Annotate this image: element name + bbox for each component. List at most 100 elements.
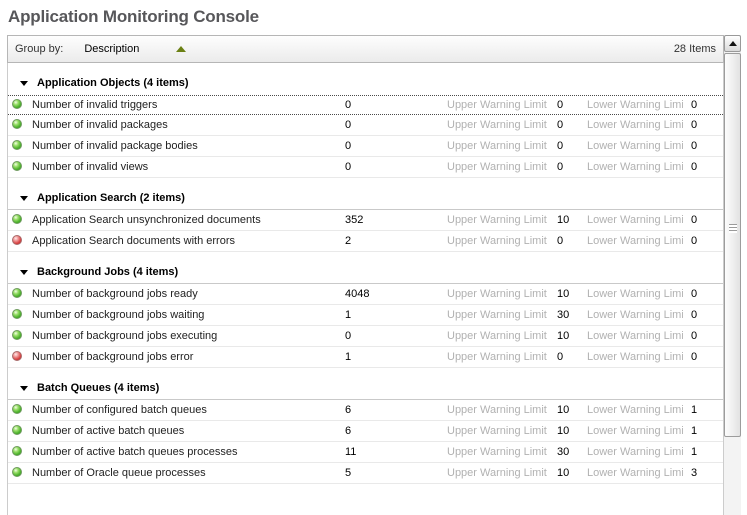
- status-cell: [8, 161, 32, 174]
- upper-warning-limit-value: 10: [547, 330, 581, 342]
- row-current-value: 352: [345, 214, 441, 226]
- upper-warning-limit-value: 30: [547, 309, 581, 321]
- monitor-row[interactable]: Number of invalid triggers 0 Upper Warni…: [8, 95, 723, 115]
- upper-warning-limit-label: Upper Warning Limit: [441, 446, 547, 458]
- lower-warning-limit-value: 0: [683, 119, 723, 131]
- status-green-icon: [12, 161, 22, 171]
- row-description: Number of Oracle queue processes: [32, 467, 345, 479]
- upper-warning-limit-label: Upper Warning Limit: [441, 404, 547, 416]
- lower-warning-limit-label: Lower Warning Limit: [581, 404, 683, 416]
- status-green-icon: [12, 446, 22, 456]
- row-current-value: 0: [345, 330, 441, 342]
- monitor-row[interactable]: Number of background jobs waiting 1 Uppe…: [8, 305, 723, 326]
- status-red-icon: [12, 351, 22, 361]
- status-cell: [8, 214, 32, 227]
- monitor-row[interactable]: Number of background jobs executing 0 Up…: [8, 326, 723, 347]
- monitor-group: Application Objects (4 items) Number of …: [8, 72, 723, 178]
- lower-warning-limit-label: Lower Warning Limit: [581, 330, 683, 342]
- monitor-row[interactable]: Number of invalid packages 0 Upper Warni…: [8, 115, 723, 136]
- monitor-row[interactable]: Number of configured batch queues 6 Uppe…: [8, 400, 723, 421]
- lower-warning-limit-value: 1: [683, 404, 723, 416]
- row-current-value: 0: [345, 99, 441, 111]
- monitor-group: Application Search (2 items) Application…: [8, 187, 723, 252]
- lower-warning-limit-value: 0: [683, 288, 723, 300]
- row-description: Number of background jobs waiting: [32, 309, 345, 321]
- upper-warning-limit-label: Upper Warning Limit: [441, 467, 547, 479]
- upper-warning-limit-value: 0: [547, 161, 581, 173]
- group-header[interactable]: Application Objects (4 items): [8, 72, 723, 95]
- row-current-value: 11: [345, 446, 441, 458]
- lower-warning-limit-label: Lower Warning Limit: [581, 99, 683, 111]
- upper-warning-limit-value: 0: [547, 235, 581, 247]
- group-by-value[interactable]: Description: [84, 43, 139, 55]
- lower-warning-limit-value: 3: [683, 467, 723, 479]
- collapse-triangle-icon[interactable]: [20, 270, 28, 275]
- upper-warning-limit-value: 30: [547, 446, 581, 458]
- monitor-row[interactable]: Number of active batch queues 6 Upper Wa…: [8, 421, 723, 442]
- monitor-row[interactable]: Number of invalid package bodies 0 Upper…: [8, 136, 723, 157]
- upper-warning-limit-label: Upper Warning Limit: [441, 140, 547, 152]
- sort-ascending-icon[interactable]: [176, 46, 186, 52]
- row-description: Number of background jobs executing: [32, 330, 345, 342]
- page-title: Application Monitoring Console: [8, 7, 259, 27]
- upper-warning-limit-value: 10: [547, 425, 581, 437]
- collapse-triangle-icon[interactable]: [20, 196, 28, 201]
- lower-warning-limit-value: 1: [683, 425, 723, 437]
- upper-warning-limit-value: 10: [547, 467, 581, 479]
- upper-warning-limit-label: Upper Warning Limit: [441, 309, 547, 321]
- group-header[interactable]: Background Jobs (4 items): [8, 261, 723, 284]
- group-header[interactable]: Batch Queues (4 items): [8, 377, 723, 400]
- monitor-row[interactable]: Number of background jobs error 1 Upper …: [8, 347, 723, 368]
- monitor-row[interactable]: Number of invalid views 0 Upper Warning …: [8, 157, 723, 178]
- group-label: Application Search (2 items): [37, 192, 185, 204]
- status-cell: [8, 309, 32, 322]
- group-by-toolbar: Group by: Description 28 Items: [7, 35, 724, 63]
- row-description: Number of invalid triggers: [32, 99, 345, 111]
- upper-warning-limit-label: Upper Warning Limit: [441, 425, 547, 437]
- upper-warning-limit-label: Upper Warning Limit: [441, 330, 547, 342]
- monitor-row[interactable]: Application Search unsynchronized docume…: [8, 210, 723, 231]
- collapse-triangle-icon[interactable]: [20, 81, 28, 86]
- row-current-value: 1: [345, 351, 441, 363]
- row-description: Number of configured batch queues: [32, 404, 345, 416]
- monitor-row[interactable]: Application Search documents with errors…: [8, 231, 723, 252]
- upper-warning-limit-value: 0: [547, 99, 581, 111]
- row-current-value: 4048: [345, 288, 441, 300]
- monitor-row[interactable]: Number of active batch queues processes …: [8, 442, 723, 463]
- monitoring-console-panel: Group by: Description 28 Items Applicati…: [7, 35, 724, 515]
- row-description: Application Search documents with errors: [32, 235, 345, 247]
- monitor-row[interactable]: Number of Oracle queue processes 5 Upper…: [8, 463, 723, 484]
- status-green-icon: [12, 140, 22, 150]
- scroll-up-button[interactable]: [724, 35, 741, 52]
- row-description: Number of invalid views: [32, 161, 345, 173]
- scrollbar-thumb[interactable]: [724, 53, 741, 437]
- group-label: Batch Queues (4 items): [37, 382, 159, 394]
- row-current-value: 6: [345, 425, 441, 437]
- lower-warning-limit-label: Lower Warning Limit: [581, 309, 683, 321]
- row-current-value: 0: [345, 161, 441, 173]
- status-cell: [8, 119, 32, 132]
- row-description: Number of background jobs ready: [32, 288, 345, 300]
- status-cell: [8, 140, 32, 153]
- lower-warning-limit-label: Lower Warning Limit: [581, 446, 683, 458]
- status-cell: [8, 425, 32, 438]
- status-cell: [8, 351, 32, 364]
- group-label: Application Objects (4 items): [37, 77, 189, 89]
- status-red-icon: [12, 235, 22, 245]
- row-description: Number of background jobs error: [32, 351, 345, 363]
- group-header[interactable]: Application Search (2 items): [8, 187, 723, 210]
- status-cell: [8, 330, 32, 343]
- vertical-scrollbar[interactable]: [724, 35, 741, 515]
- lower-warning-limit-label: Lower Warning Limit: [581, 467, 683, 479]
- lower-warning-limit-label: Lower Warning Limit: [581, 119, 683, 131]
- status-green-icon: [12, 425, 22, 435]
- status-cell: [8, 467, 32, 480]
- monitor-row[interactable]: Number of background jobs ready 4048 Upp…: [8, 284, 723, 305]
- lower-warning-limit-label: Lower Warning Limit: [581, 140, 683, 152]
- status-cell: [8, 404, 32, 417]
- status-green-icon: [12, 330, 22, 340]
- status-green-icon: [12, 119, 22, 129]
- collapse-triangle-icon[interactable]: [20, 386, 28, 391]
- upper-warning-limit-label: Upper Warning Limit: [441, 288, 547, 300]
- lower-warning-limit-label: Lower Warning Limit: [581, 214, 683, 226]
